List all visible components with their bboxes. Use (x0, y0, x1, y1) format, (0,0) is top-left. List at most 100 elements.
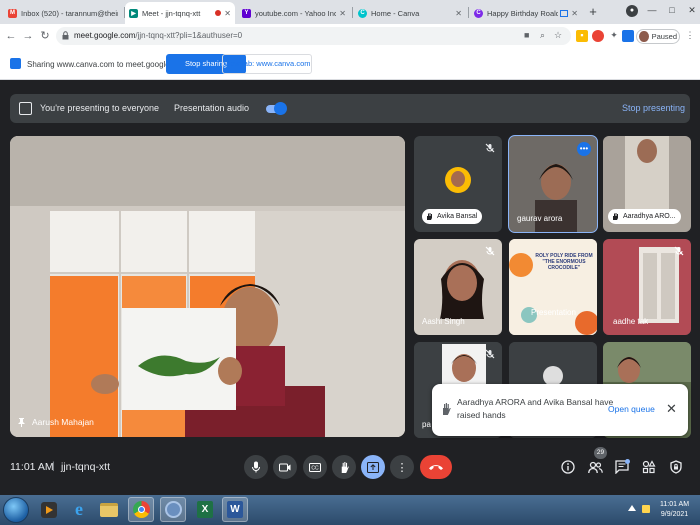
pin-icon[interactable] (18, 418, 25, 427)
mic-off-icon (485, 246, 495, 256)
microphone-icon (252, 461, 260, 473)
present-screen-icon (367, 461, 379, 473)
file-explorer-icon[interactable] (96, 497, 122, 522)
taskbar-clock[interactable]: 11:01 AM 9/9/2021 (660, 500, 689, 520)
presentation-audio-label: Presentation audio (174, 103, 250, 113)
canva-icon: C (358, 8, 367, 18)
profile-button[interactable]: Paused (636, 29, 680, 44)
zoom-icon[interactable]: ⌕ (540, 30, 545, 41)
participant-name: Aashi Singh (422, 317, 465, 326)
chrome-profile-icon[interactable] (160, 497, 186, 522)
more-menu-icon[interactable]: ⋮ (684, 30, 696, 42)
browser-tab-strip: M Inbox (520) - tarannum@thein ▶ Meet - … (0, 0, 700, 24)
more-options-button[interactable]: ⋮ (390, 455, 414, 479)
close-tab-icon[interactable]: ✕ (571, 9, 578, 18)
participant-name: Aaradhya ARO... (623, 213, 676, 220)
extension-icon[interactable] (592, 30, 604, 42)
view-tab-button[interactable]: View tab: www.canva.com (222, 54, 312, 74)
media-control-icon[interactable]: ● (626, 5, 638, 17)
chrome-icon[interactable] (128, 497, 154, 522)
meeting-details-button[interactable] (560, 459, 576, 475)
participant-tile[interactable]: Aashi Singh (414, 239, 502, 335)
present-screen-icon (19, 102, 32, 115)
slide-title: ROLY POLY RIDE FROM "THE ENORMOUS CROCOD… (534, 253, 594, 271)
notification-dot (625, 459, 630, 464)
info-icon (561, 460, 575, 474)
gmail-icon: M (8, 8, 17, 18)
separator: | (52, 461, 55, 472)
camera-feed-image (10, 136, 405, 437)
media-player-icon[interactable] (36, 497, 62, 522)
slide-line: CROCODILE" (547, 265, 581, 271)
bookmark-star-icon[interactable]: ☆ (554, 30, 562, 41)
participant-tile[interactable]: Aaradhya ARO... (603, 136, 691, 232)
present-now-button[interactable] (361, 455, 385, 479)
participants-button[interactable] (587, 459, 603, 475)
open-queue-button[interactable]: Open queue (608, 404, 655, 414)
activities-button[interactable] (641, 459, 657, 475)
host-controls-button[interactable] (668, 459, 684, 475)
extension-icon[interactable]: ▪ (576, 30, 588, 42)
maximize-icon[interactable]: □ (664, 5, 680, 15)
tab-canva-birthday[interactable]: C Happy Birthday Roald Dal ✕ (470, 2, 582, 24)
stop-presenting-button[interactable]: Stop presenting (622, 103, 685, 113)
participant-tile[interactable]: ••• gaurav arora (508, 135, 598, 233)
tab-canva-home[interactable]: C Home - Canva ✕ (354, 2, 466, 24)
excel-icon[interactable]: X (192, 497, 218, 522)
participant-tile[interactable]: ROLY POLY RIDE FROM "THE ENORMOUS CROCOD… (509, 239, 597, 335)
close-tab-icon[interactable]: ✕ (224, 9, 231, 18)
main-video-tile[interactable]: Aarush Mahajan (10, 136, 405, 437)
tab-title: Home - Canva (371, 8, 420, 18)
presenting-text: You're presenting to everyone (40, 103, 159, 113)
chat-button[interactable] (614, 459, 630, 475)
presentation-audio-toggle[interactable] (264, 102, 287, 115)
participant-name: aadhe tak (613, 317, 649, 326)
profile-status: Paused (651, 32, 677, 41)
captions-button[interactable]: CC (303, 455, 327, 479)
close-tab-icon[interactable]: ✕ (455, 9, 462, 18)
canva-icon: C (474, 8, 483, 18)
leave-call-button[interactable] (420, 455, 452, 479)
word-icon[interactable]: W (222, 497, 248, 522)
reload-icon[interactable]: ↻ (38, 29, 52, 43)
svg-text:CC: CC (311, 465, 319, 471)
participant-name: pa (422, 420, 431, 429)
participant-tile[interactable]: aadhe tak (603, 239, 691, 335)
back-icon[interactable]: ← (4, 29, 18, 43)
tab-meet[interactable]: ▶ Meet - jjn-tqnq-xtt ✕ (125, 2, 235, 24)
minimize-icon[interactable]: — (644, 5, 660, 15)
tray-expand-icon[interactable] (628, 505, 636, 511)
recording-dot-icon (215, 10, 222, 16)
more-vert-icon: ⋮ (396, 461, 408, 474)
close-icon[interactable]: ✕ (666, 401, 677, 417)
microphone-button[interactable] (244, 455, 268, 479)
forward-icon[interactable]: → (21, 29, 35, 43)
close-tab-icon[interactable]: ✕ (339, 9, 346, 18)
tab-gmail[interactable]: M Inbox (520) - tarannum@thein (4, 2, 122, 24)
close-window-icon[interactable]: ✕ (684, 5, 700, 16)
presenting-banner: You're presenting to everyone Presentati… (10, 94, 690, 123)
lock-icon (62, 31, 69, 40)
tab-yahoo[interactable]: Y youtube.com - Yahoo India Se ✕ (238, 2, 350, 24)
camera-button[interactable] (273, 455, 297, 479)
tab-divider (352, 7, 353, 18)
address-bar[interactable]: meet.google.com/jjn-tqnq-xtt?pli=1&authu… (56, 27, 571, 45)
tab-title: youtube.com - Yahoo India Se (255, 8, 337, 18)
avatar (445, 167, 471, 193)
extensions-puzzle-icon[interactable]: ✦ (608, 30, 620, 42)
network-icon[interactable] (642, 505, 650, 513)
camera-icon[interactable]: ■ (524, 30, 529, 40)
internet-explorer-icon[interactable]: e (66, 497, 92, 522)
participant-tile[interactable]: Avika Bansal (414, 136, 502, 232)
screen-share-icon (10, 58, 21, 69)
tab-title: Inbox (520) - tarannum@thein (21, 8, 118, 18)
start-button[interactable] (3, 497, 29, 523)
hand-raised-chip: Avika Bansal (422, 209, 483, 224)
new-tab-button[interactable]: + (586, 5, 600, 19)
raised-hand-icon (427, 213, 432, 220)
extension-icon[interactable] (622, 30, 634, 42)
url-path: /jjn-tqnq-xtt?pli=1&authuser=0 (135, 31, 243, 40)
mic-off-icon (674, 246, 684, 256)
more-options-icon[interactable]: ••• (577, 142, 591, 156)
raise-hand-button[interactable] (332, 455, 356, 479)
